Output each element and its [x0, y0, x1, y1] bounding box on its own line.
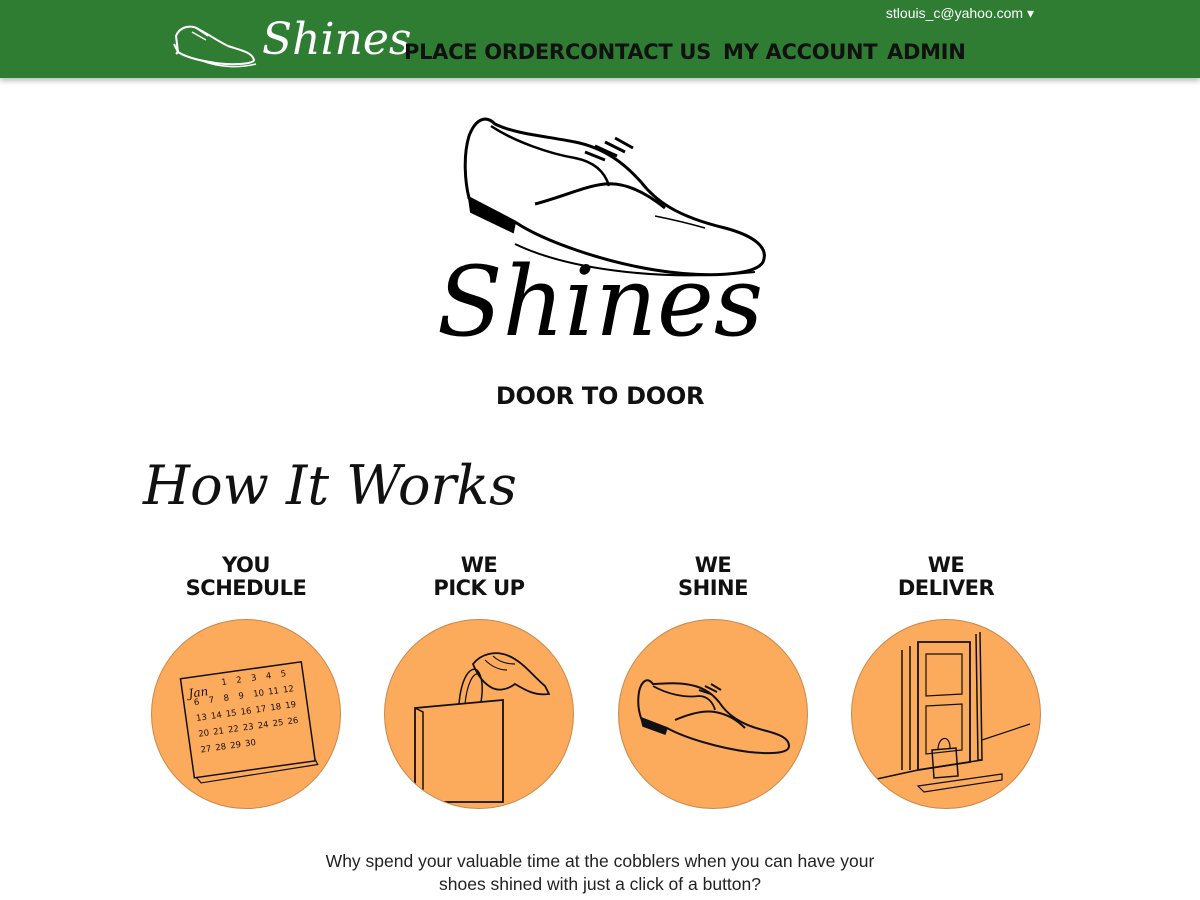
calendar-day: 17 — [255, 704, 267, 715]
calendar-day: 21 — [213, 726, 225, 737]
shoe-icon — [637, 679, 791, 755]
step-circle: Jan 1 2 3 4 5 6 7 8 9 10 11 12 13 14 15 16 17 18 19 20 21 22 23… — [151, 619, 341, 809]
step-shine: WE SHINE — [593, 554, 833, 809]
calendar-day: 14 — [210, 710, 222, 721]
calendar-day: 19 — [285, 700, 297, 711]
step-heading-line1: YOU — [222, 553, 270, 577]
footer-line-2: shoes shined with just a click of a butt… — [439, 874, 761, 894]
calendar-day: 9 — [238, 691, 245, 702]
calendar-day: 3 — [250, 673, 257, 684]
footer-line-1: Why spend your valuable time at the cobb… — [325, 851, 875, 871]
calendar-day: 30 — [245, 738, 257, 749]
top-navbar: Shines PLACE ORDER CONTACT US MY ACCOUNT… — [0, 0, 1200, 78]
step-schedule: YOU SCHEDULE Jan 1 2 3 4 5 6 7 8 9 10 11 12 13 14 15 16 1… — [126, 554, 366, 809]
shoe-logo-icon[interactable] — [170, 14, 258, 70]
step-heading: YOU SCHEDULE — [126, 554, 366, 618]
step-heading-line1: WE — [694, 553, 732, 577]
calendar-day: 7 — [208, 695, 215, 706]
brand-logo-text[interactable]: Shines — [262, 18, 412, 62]
step-heading: WE DELIVER — [826, 554, 1066, 618]
calendar-day: 8 — [223, 693, 230, 704]
footer-tagline: Why spend your valuable time at the cobb… — [300, 850, 900, 896]
calendar-day: 2 — [236, 675, 243, 686]
hero-tagline: DOOR TO DOOR — [495, 382, 705, 410]
calendar-day: 23 — [242, 722, 254, 733]
calendar-icon: Jan1 2 3 4 56 7 8 9 10 11 1213 14 15 16 17 18 1920 21 22 23… — [179, 660, 319, 784]
calendar-day: 20 — [198, 728, 210, 739]
step-heading-line2: DELIVER — [897, 576, 995, 600]
step-heading-line2: SCHEDULE — [185, 576, 307, 600]
step-heading: WE PICK UP — [359, 554, 599, 618]
nav-my-account[interactable]: MY ACCOUNT — [723, 40, 878, 64]
step-heading-line2: SHINE — [678, 576, 748, 600]
calendar-day: 22 — [227, 724, 239, 735]
step-heading-line1: WE — [927, 553, 965, 577]
calendar-day: 10 — [253, 688, 265, 699]
nav-place-order[interactable]: PLACE ORDER — [404, 40, 565, 64]
calendar-day: 1 — [221, 677, 228, 688]
nav-admin[interactable]: ADMIN — [887, 40, 966, 64]
calendar-day: 11 — [268, 686, 280, 697]
calendar-day: 26 — [287, 716, 299, 727]
step-circle — [618, 619, 808, 809]
calendar-day: 15 — [225, 708, 237, 719]
calendar-day: 27 — [200, 744, 212, 755]
step-pick-up: WE PICK UP — [359, 554, 599, 809]
calendar-day: 5 — [280, 669, 287, 680]
calendar-day: 29 — [230, 740, 242, 751]
calendar-day: 16 — [240, 706, 252, 717]
step-circle — [851, 619, 1041, 809]
hero-brand-title: Shines — [436, 246, 764, 358]
step-circle — [384, 619, 574, 809]
user-account-dropdown[interactable]: stlouis_c@yahoo.com ▾ — [886, 5, 1034, 22]
step-heading: WE SHINE — [593, 554, 833, 618]
calendar-day: 24 — [257, 720, 269, 731]
calendar-day: 25 — [272, 718, 284, 729]
nav-contact-us[interactable]: CONTACT US — [565, 40, 711, 64]
step-heading-line1: WE — [460, 553, 498, 577]
calendar-day: 4 — [265, 671, 272, 682]
step-heading-line2: PICK UP — [433, 576, 525, 600]
calendar-day: 18 — [270, 702, 282, 713]
how-it-works-title: How It Works — [143, 454, 517, 517]
hand-bag-icon — [414, 652, 551, 803]
door-bag-icon — [871, 631, 1031, 793]
calendar-day: 12 — [282, 684, 294, 695]
calendar-day: 28 — [215, 742, 227, 753]
calendar-day: 13 — [196, 713, 208, 724]
step-deliver: WE DELIVER — [826, 554, 1066, 809]
